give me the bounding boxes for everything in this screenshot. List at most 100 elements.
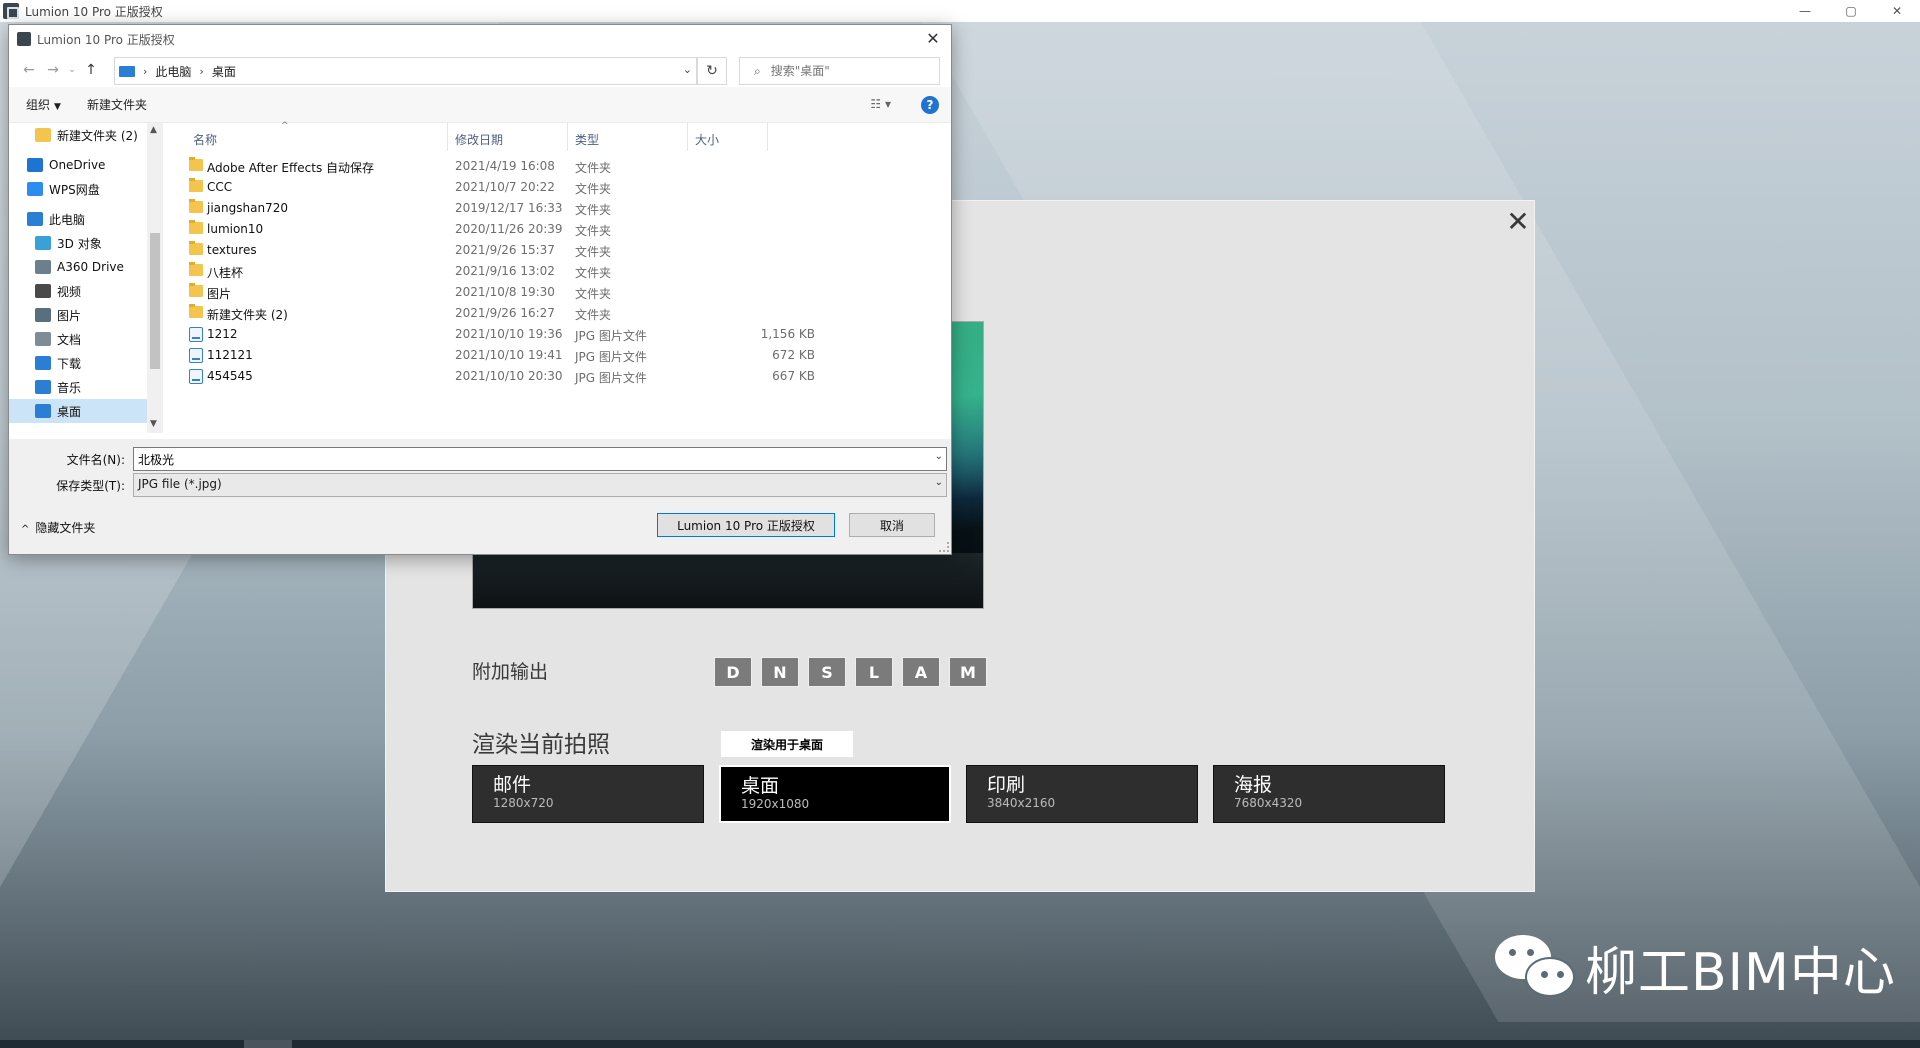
file-date: 2021/10/8 19:30 bbox=[455, 285, 555, 299]
file-row[interactable]: lumion10 2020/11/26 20:39 文件夹 bbox=[165, 218, 951, 239]
forward-arrow-icon[interactable]: → bbox=[41, 58, 65, 82]
maximize-button[interactable]: ▢ bbox=[1828, 0, 1874, 22]
scrollbar-thumb[interactable] bbox=[150, 233, 160, 369]
column-divider[interactable] bbox=[687, 123, 688, 151]
close-app-button[interactable]: ✕ bbox=[1874, 0, 1920, 22]
file-size: 667 KB bbox=[772, 369, 815, 383]
file-row[interactable]: CCC 2021/10/7 20:22 文件夹 bbox=[165, 176, 951, 197]
file-name: 图片 bbox=[207, 287, 232, 301]
filetype-select[interactable]: JPG file (*.jpg) bbox=[133, 473, 947, 497]
hide-folders-toggle[interactable]: ^ 隐藏文件夹 bbox=[21, 519, 95, 536]
column-divider[interactable] bbox=[567, 123, 568, 151]
file-row[interactable]: jiangshan720 2019/12/17 16:33 文件夹 bbox=[165, 197, 951, 218]
size-option-poster[interactable]: 海报 7680x4320 bbox=[1213, 765, 1445, 823]
refresh-icon[interactable]: ↻ bbox=[697, 57, 727, 85]
size-option-resolution: 1920x1080 bbox=[741, 797, 810, 811]
cloud-icon bbox=[27, 182, 43, 196]
watermark-text: 柳工BIM中心 bbox=[1585, 943, 1896, 1003]
app-title: Lumion 10 Pro 正版授权 bbox=[25, 4, 163, 19]
scroll-up-icon[interactable]: ▲ bbox=[150, 125, 157, 135]
close-icon[interactable]: ✕ bbox=[1503, 207, 1533, 237]
back-arrow-icon[interactable]: ← bbox=[17, 58, 41, 82]
size-option-resolution: 3840x2160 bbox=[987, 796, 1056, 810]
size-option-desktop[interactable]: 桌面 1920x1080 bbox=[719, 765, 951, 823]
scroll-down-icon[interactable]: ▼ bbox=[150, 419, 157, 429]
address-bar[interactable]: › 此电脑 › 桌面 ⌄ bbox=[114, 57, 697, 85]
sidebar-item[interactable]: WPS网盘 bbox=[9, 177, 147, 201]
column-header-name[interactable]: 名称 bbox=[193, 131, 217, 148]
sidebar-item[interactable]: 桌面 bbox=[9, 399, 147, 423]
file-row[interactable]: 454545 2021/10/10 20:30 JPG 图片文件 667 KB bbox=[165, 365, 951, 386]
filename-label: 文件名(N): bbox=[66, 453, 125, 467]
sidebar-item[interactable]: 音乐 bbox=[9, 375, 147, 399]
organize-button[interactable]: 组织 ▼ bbox=[26, 96, 61, 113]
file-type: 文件夹 bbox=[575, 308, 612, 322]
size-option-resolution: 1280x720 bbox=[493, 796, 554, 810]
file-row[interactable]: textures 2021/9/26 15:37 文件夹 bbox=[165, 239, 951, 260]
extra-output-m-button[interactable]: M bbox=[949, 657, 987, 687]
save-button[interactable]: Lumion 10 Pro 正版授权 bbox=[657, 513, 835, 537]
sidebar-item[interactable]: OneDrive bbox=[9, 153, 147, 177]
view-options-icon[interactable]: ☷ ▾ bbox=[870, 97, 891, 111]
desktop-icon bbox=[35, 404, 51, 418]
extra-output-s-button[interactable]: S bbox=[808, 657, 846, 687]
taskbar-active-app[interactable] bbox=[244, 1040, 292, 1048]
resize-grip[interactable] bbox=[939, 542, 949, 552]
minimize-button[interactable]: — bbox=[1782, 0, 1828, 22]
extra-output-buttons: D N S L A M bbox=[714, 657, 987, 687]
file-row[interactable]: 八桂杯 2021/9/16 13:02 文件夹 bbox=[165, 260, 951, 281]
extra-output-d-button[interactable]: D bbox=[714, 657, 752, 687]
column-header-date[interactable]: 修改日期 bbox=[455, 131, 503, 148]
computer-icon bbox=[27, 212, 43, 226]
filename-row: 文件名(N): ⌄ bbox=[9, 447, 951, 471]
chevron-down-icon[interactable]: ⌄ bbox=[935, 451, 943, 462]
sidebar-item[interactable]: 新建文件夹 (2) bbox=[9, 123, 147, 147]
dialog-form: 文件名(N): ⌄ 保存类型(T): JPG file (*.jpg) ⌄ ^隐… bbox=[9, 439, 951, 554]
search-input[interactable] bbox=[770, 64, 911, 78]
chevron-up-icon: ^ bbox=[21, 524, 30, 535]
size-option-print[interactable]: 印刷 3840x2160 bbox=[966, 765, 1198, 823]
filename-input[interactable] bbox=[133, 447, 947, 471]
cancel-button[interactable]: 取消 bbox=[849, 513, 935, 537]
address-row: ← → ⌄ ↑ › 此电脑 › 桌面 ⌄ ↻ ⌕ bbox=[9, 53, 951, 87]
chevron-down-icon[interactable]: ⌄ bbox=[935, 477, 943, 488]
search-box[interactable]: ⌕ bbox=[739, 57, 940, 85]
chevron-down-icon[interactable]: ⌄ bbox=[683, 63, 692, 76]
folder-icon bbox=[189, 304, 203, 318]
sidebar-item[interactable]: 3D 对象 bbox=[9, 231, 147, 255]
file-date: 2021/4/19 16:08 bbox=[455, 159, 555, 173]
dialog-close-button[interactable]: ✕ bbox=[923, 29, 943, 49]
help-icon[interactable]: ? bbox=[921, 96, 939, 114]
file-row[interactable]: Adobe After Effects 自动保存 2021/4/19 16:08 文… bbox=[165, 155, 951, 176]
extra-output-a-button[interactable]: A bbox=[902, 657, 940, 687]
sidebar-item[interactable]: 视频 bbox=[9, 279, 147, 303]
breadcrumb-this-pc[interactable]: 此电脑 bbox=[155, 63, 191, 80]
recent-chevron-icon[interactable]: ⌄ bbox=[65, 58, 79, 82]
sidebar-item-label: 此电脑 bbox=[49, 212, 86, 227]
sidebar-item[interactable]: 此电脑 bbox=[9, 207, 147, 231]
file-row[interactable]: 新建文件夹 (2) 2021/9/26 16:27 文件夹 bbox=[165, 302, 951, 323]
nav-scrollbar[interactable]: ▲ ▼ bbox=[147, 123, 163, 433]
column-divider[interactable] bbox=[447, 123, 448, 151]
breadcrumb-desktop[interactable]: 桌面 bbox=[212, 63, 236, 80]
filetype-row: 保存类型(T): JPG file (*.jpg) ⌄ bbox=[9, 473, 951, 497]
column-divider[interactable] bbox=[767, 123, 768, 151]
sort-up-icon: ^ bbox=[281, 121, 289, 131]
file-row[interactable]: 112121 2021/10/10 19:41 JPG 图片文件 672 KB bbox=[165, 344, 951, 365]
size-option-email[interactable]: 邮件 1280x720 bbox=[472, 765, 704, 823]
file-row[interactable]: 1212 2021/10/10 19:36 JPG 图片文件 1,156 KB bbox=[165, 323, 951, 344]
column-header-type[interactable]: 类型 bbox=[575, 131, 599, 148]
file-row[interactable]: 图片 2021/10/8 19:30 文件夹 bbox=[165, 281, 951, 302]
dialog-title: Lumion 10 Pro 正版授权 bbox=[37, 32, 175, 47]
extra-output-n-button[interactable]: N bbox=[761, 657, 799, 687]
column-header-size[interactable]: 大小 bbox=[695, 131, 719, 148]
sidebar-item[interactable]: A360 Drive bbox=[9, 255, 147, 279]
up-arrow-icon[interactable]: ↑ bbox=[79, 58, 103, 82]
new-folder-button[interactable]: 新建文件夹 bbox=[87, 96, 147, 113]
sidebar-item[interactable]: 下载 bbox=[9, 351, 147, 375]
folder-icon bbox=[189, 157, 203, 171]
sidebar-item[interactable]: 文档 bbox=[9, 327, 147, 351]
sidebar-item[interactable]: 图片 bbox=[9, 303, 147, 327]
column-headers: ^ 名称 修改日期 类型 大小 bbox=[165, 121, 951, 151]
extra-output-l-button[interactable]: L bbox=[855, 657, 893, 687]
